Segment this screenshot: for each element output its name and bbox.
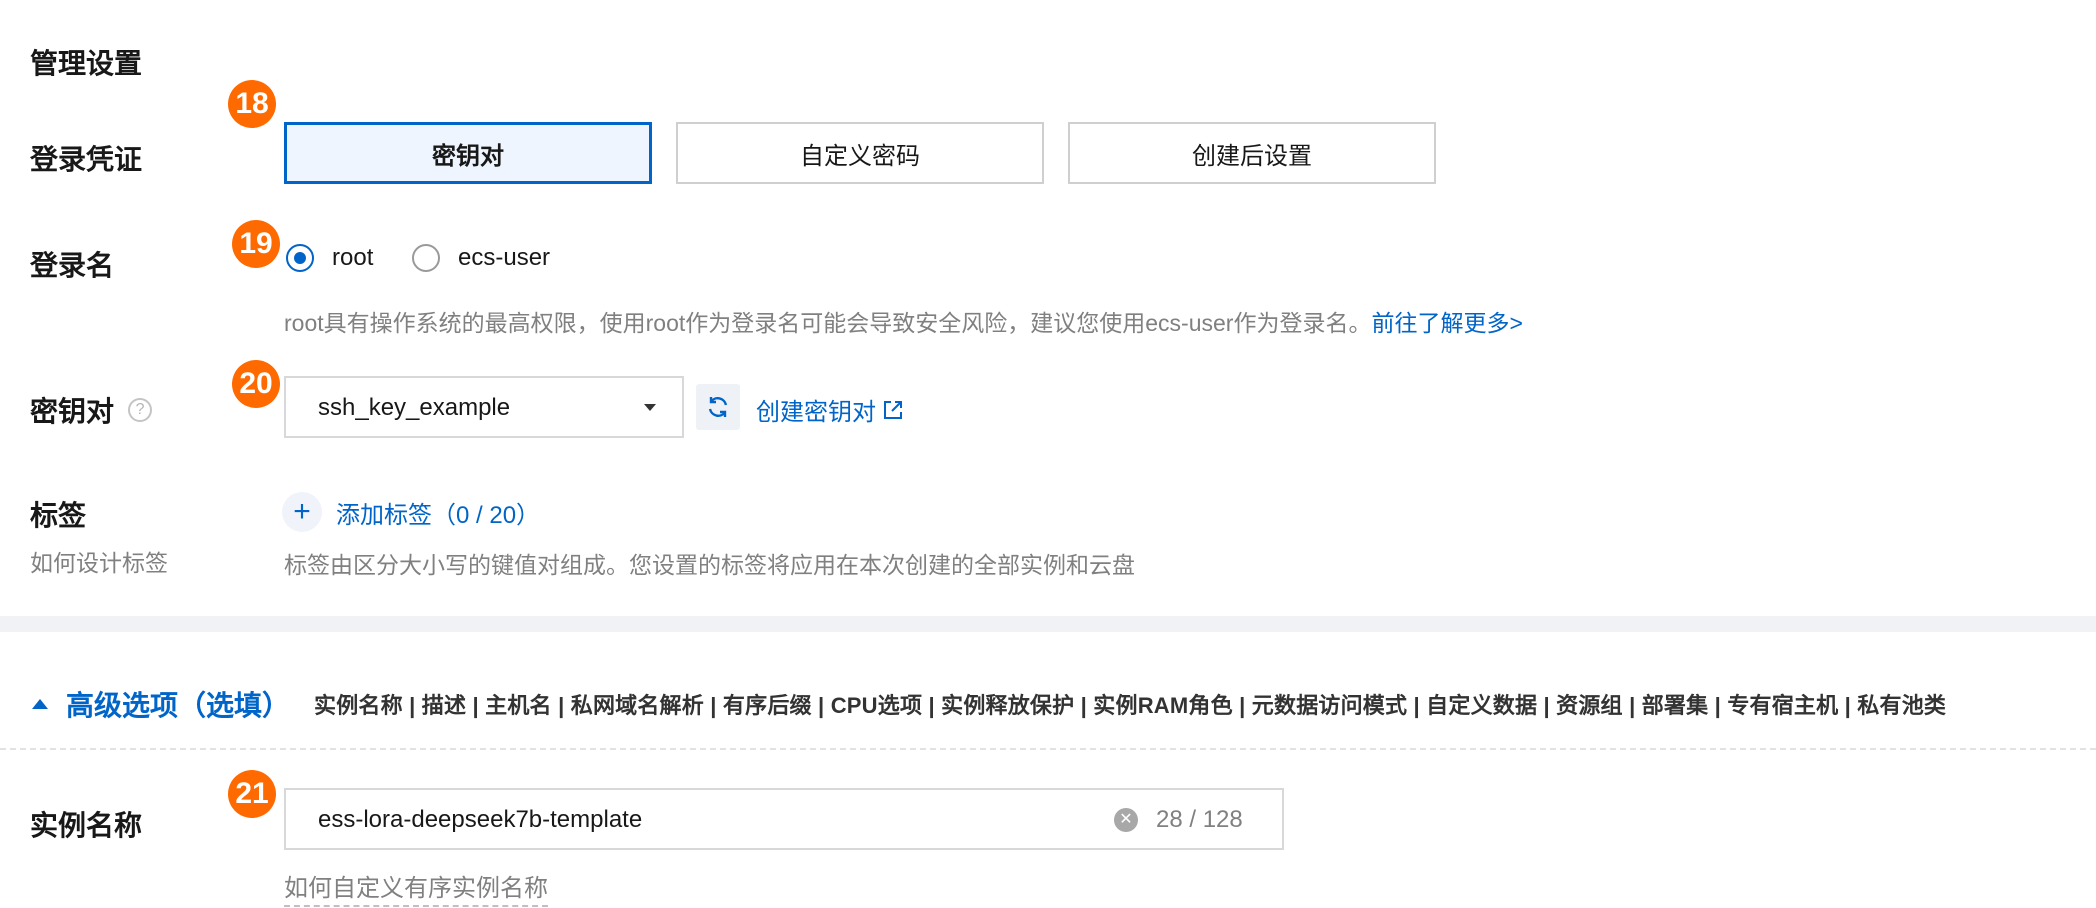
radio-ecs-user-label[interactable]: ecs-user [458,244,550,272]
login-credential-label: 登录凭证 [30,144,143,175]
radio-ecs-user[interactable] [412,244,440,272]
advanced-options-toggle[interactable]: 高级选项（选填） [32,684,290,724]
section-divider [0,616,2096,632]
step-badge-18: 18 [228,80,276,128]
external-link-icon [884,400,902,419]
caret-down-icon [644,404,656,411]
step-badge-20: 20 [232,360,280,408]
section-heading-management: 管理设置 [30,48,143,79]
caret-up-icon [32,699,48,709]
instance-name-value: ess-lora-deepseek7b-template [318,806,643,833]
key-pair-select[interactable]: ssh_key_example [284,376,684,438]
credential-option-set-later[interactable]: 创建后设置 [1068,122,1436,184]
step-badge-19: 19 [232,220,280,268]
character-counter: 28 / 128 [1156,806,1243,833]
key-pair-label-group: 密钥对 ? [30,390,153,430]
radio-root[interactable] [286,244,314,272]
clear-icon[interactable]: ✕ [1114,808,1138,832]
credential-option-custom-password[interactable]: 自定义密码 [676,122,1044,184]
login-name-hint: root具有操作系统的最高权限，使用root作为登录名可能会导致安全风险，建议您… [284,304,1523,338]
tags-label: 标签 [30,500,87,531]
key-pair-label: 密钥对 [30,396,115,427]
plus-icon: + [282,492,322,532]
refresh-icon [708,397,728,417]
create-key-pair-link[interactable]: 创建密钥对 [756,392,904,427]
instance-name-input[interactable]: ess-lora-deepseek7b-template ✕ 28 / 128 [284,788,1284,850]
advanced-options-summary: 实例名称 | 描述 | 主机名 | 私网域名解析 | 有序后缀 | CPU选项 … [314,693,1947,718]
step-badge-21: 21 [228,770,276,818]
custom-instance-name-help-link[interactable]: 如何自定义有序实例名称 [284,868,548,907]
instance-name-label: 实例名称 [30,810,143,841]
refresh-button[interactable] [696,384,740,430]
advanced-options-title[interactable]: 高级选项（选填） [66,684,290,724]
key-pair-select-value: ssh_key_example [318,394,511,421]
learn-more-link[interactable]: 前往了解更多> [1371,310,1522,336]
how-to-design-tags-link[interactable]: 如何设计标签 [30,544,168,578]
create-key-pair-text[interactable]: 创建密钥对 [756,392,876,427]
login-name-label: 登录名 [30,250,115,281]
radio-root-label[interactable]: root [332,244,373,272]
dashed-divider [0,748,2096,750]
credential-option-keypair[interactable]: 密钥对 [284,122,652,184]
login-name-hint-text: root具有操作系统的最高权限，使用root作为登录名可能会导致安全风险，建议您… [284,310,1372,336]
add-tag-label[interactable]: 添加标签（0 / 20） [336,495,540,530]
add-tag-button[interactable]: + 添加标签（0 / 20） [282,492,540,532]
question-circle-icon[interactable]: ? [128,398,153,422]
tags-hint: 标签由区分大小写的键值对组成。您设置的标签将应用在本次创建的全部实例和云盘 [284,552,1135,578]
